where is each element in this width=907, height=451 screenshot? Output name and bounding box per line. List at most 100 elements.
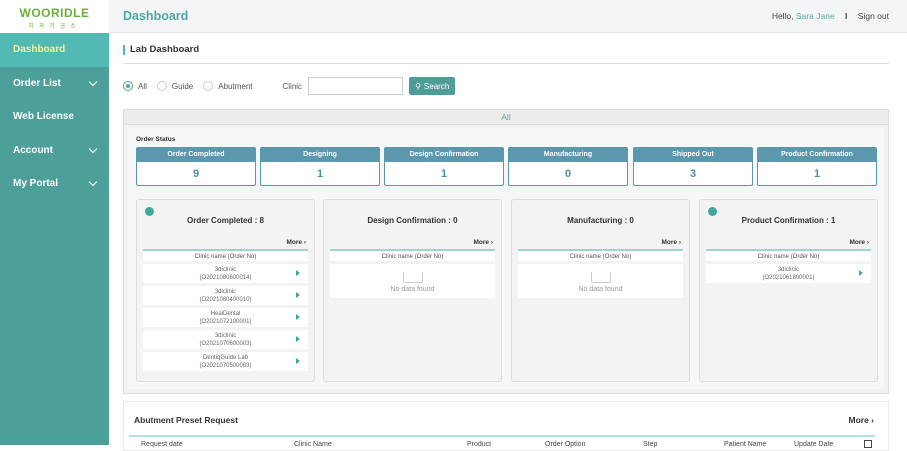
status-count: 1 — [440, 168, 448, 180]
logo-subtext: 치과기공소 — [28, 24, 81, 30]
column-header: Clinic name (Order No) — [706, 249, 871, 261]
play-arrow-icon[interactable] — [859, 270, 863, 276]
more-label: More — [473, 239, 490, 246]
sidebar-item-my-portal[interactable]: My Portal — [0, 167, 109, 201]
status-card-shipped-out[interactable]: Shipped Out 3 — [633, 147, 753, 186]
logo-text: WOORIDLE — [19, 6, 90, 20]
column-title: Manufacturing : 0 — [567, 216, 634, 225]
bell-icon — [145, 207, 154, 216]
bell-icon — [708, 207, 717, 216]
more-link[interactable]: More › — [512, 239, 689, 246]
table-header: Request date Clinic Name Product Order O… — [129, 435, 875, 449]
status-count: 1 — [813, 168, 821, 180]
clinic-name: 3diclinic — [214, 267, 237, 273]
column-header: Clinic name (Order No) — [143, 249, 308, 261]
page-header-title: Dashboard — [123, 9, 189, 23]
status-label: Shipped Out — [634, 148, 752, 162]
status-card-design-confirmation[interactable]: Design Confirmation 1 — [384, 147, 504, 186]
clinic-name: DentiqGuide Lab — [202, 355, 249, 361]
greeting: Hello, — [771, 11, 794, 21]
clinic-name: 3diclinic — [214, 333, 237, 339]
list-item[interactable]: DentiqGuide Lab (O2021070500003) — [143, 352, 308, 371]
sidebar-item-label: My Portal — [13, 178, 59, 190]
chevron-down-icon — [88, 144, 98, 153]
empty-text: No data found — [578, 286, 623, 293]
column-title: Design Confirmation : 0 — [367, 216, 458, 225]
chevron-down-icon — [88, 77, 98, 86]
radio-label: Abutment — [218, 81, 253, 91]
sidebar-item-web-license[interactable]: Web License — [0, 100, 109, 134]
radio-all[interactable] — [123, 81, 133, 91]
sidebar-item-label: Order List — [13, 77, 61, 89]
header: Dashboard Hello, Sara Jane I Sign out — [109, 0, 907, 33]
separator: I — [845, 11, 848, 21]
list-item[interactable]: 3diclinic (O2021080600014) — [143, 264, 308, 283]
play-arrow-icon[interactable] — [296, 358, 300, 364]
radio-abutment[interactable] — [203, 81, 214, 91]
play-arrow-icon[interactable] — [296, 336, 300, 342]
more-link[interactable]: More › — [137, 239, 314, 246]
clinic-name: 3diclinic — [777, 267, 800, 273]
column-title: Product Confirmation : 1 — [741, 216, 836, 225]
clinic-name: 3diclinic — [214, 289, 237, 295]
status-count: 1 — [316, 168, 324, 180]
chevron-down-icon — [88, 178, 98, 187]
section-title: Abutment Preset Request — [134, 415, 238, 425]
list-item[interactable]: 3diclinic (O2021080400010) — [143, 286, 308, 305]
column-manufacturing: Manufacturing : 0 More › Clinic name (Or… — [511, 199, 690, 382]
order-no: (O2021061800001) — [762, 275, 815, 281]
more-link[interactable]: More › — [848, 415, 874, 425]
status-label: Design Confirmation — [385, 148, 503, 162]
status-card-manufacturing[interactable]: Manufacturing 0 — [508, 147, 628, 186]
order-no: (O2021070500003) — [199, 363, 252, 369]
column-design-confirmation: Design Confirmation : 0 More › Clinic na… — [323, 199, 502, 382]
more-label: More — [848, 415, 869, 425]
status-card-order-completed[interactable]: Order Completed 9 — [136, 147, 256, 186]
more-link[interactable]: More › — [700, 239, 877, 246]
clinic-input[interactable] — [308, 77, 404, 95]
more-label: More — [286, 239, 303, 246]
order-status-label: Order Status — [136, 136, 176, 143]
status-label: Manufacturing — [509, 148, 627, 162]
sidebar-item-order-list[interactable]: Order List — [0, 67, 109, 101]
search-label: Search — [423, 81, 450, 91]
status-card-product-confirmation[interactable]: Product Confirmation 1 — [757, 147, 877, 186]
status-count: 9 — [192, 168, 200, 180]
search-icon: ⚲ — [415, 81, 421, 91]
filter-bar: All Guide Abutment Clinic ⚲ Search — [123, 77, 456, 95]
list-item[interactable]: 3diclinic (O2021070600003) — [143, 330, 308, 349]
play-arrow-icon[interactable] — [296, 314, 300, 320]
sidebar-item-account[interactable]: Account — [0, 134, 109, 168]
sidebar: WOORIDLE 치과기공소 Dashboard Order List Web … — [0, 0, 109, 445]
radio-guide[interactable] — [156, 81, 167, 91]
more-link[interactable]: More › — [324, 239, 501, 246]
column-order-completed: Order Completed : 8 More › Clinic name (… — [136, 199, 315, 382]
empty-tray-icon — [590, 272, 611, 283]
empty-state: No data found — [518, 264, 683, 298]
select-all-checkbox[interactable] — [864, 440, 872, 448]
tab-all[interactable]: All — [124, 110, 888, 125]
sign-out-link[interactable]: Sign out — [858, 11, 889, 21]
status-card-designing[interactable]: Designing 1 — [260, 147, 380, 186]
status-count: 3 — [689, 168, 697, 180]
list-item[interactable]: HealDental (O2021072100001) — [143, 308, 308, 327]
status-label: Product Confirmation — [758, 148, 876, 162]
list-item[interactable]: 3diclinic (O2021061800001) — [706, 264, 871, 283]
user-area: Hello, Sara Jane I Sign out — [772, 11, 889, 21]
status-label: Designing — [261, 148, 379, 162]
logo[interactable]: WOORIDLE 치과기공소 — [0, 0, 109, 33]
clinic-label: Clinic — [282, 81, 303, 91]
user-name[interactable]: Sara Jane — [796, 11, 835, 21]
column-header: Clinic name (Order No) — [518, 249, 683, 261]
more-label: More — [661, 239, 678, 246]
sidebar-item-dashboard[interactable]: Dashboard — [0, 33, 109, 67]
sidebar-item-label: Web License — [13, 111, 74, 123]
column-product-confirmation: Product Confirmation : 1 More › Clinic n… — [699, 199, 878, 382]
play-arrow-icon[interactable] — [296, 292, 300, 298]
radio-label: Guide — [171, 81, 194, 91]
dashboard-panel: All Order Status Order Completed 9 Design… — [123, 109, 889, 394]
play-arrow-icon[interactable] — [296, 270, 300, 276]
divider — [123, 63, 889, 64]
search-button[interactable]: ⚲ Search — [409, 77, 456, 95]
abutment-preset-section: Abutment Preset Request More › Request d… — [123, 401, 889, 451]
